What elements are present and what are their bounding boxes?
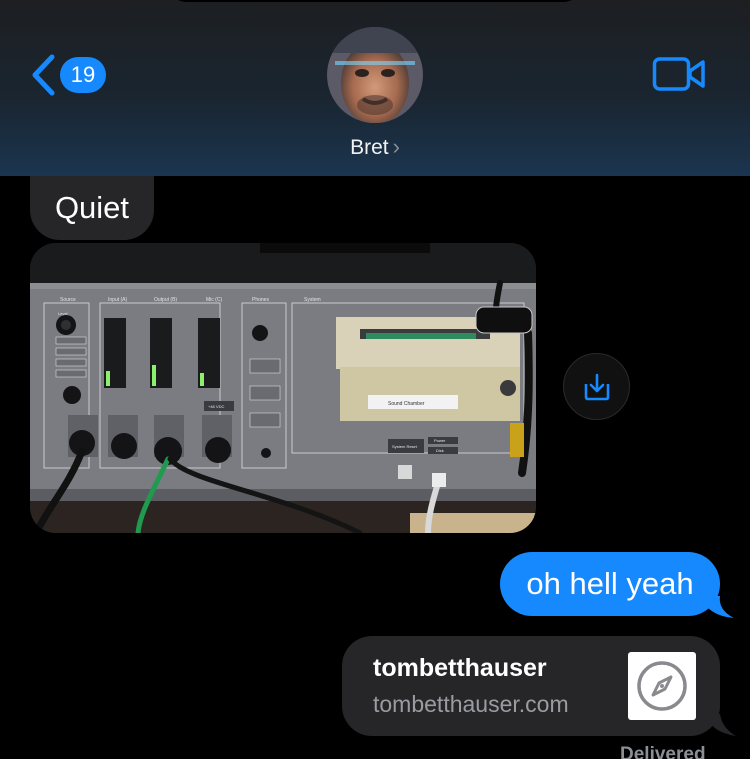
outgoing-message-bubble[interactable]: oh hell yeah bbox=[500, 552, 720, 616]
link-preview-thumbnail bbox=[628, 652, 696, 720]
sound-chamber-label: Sound Chamber bbox=[388, 401, 425, 407]
incoming-message-text: Quiet bbox=[54, 190, 130, 225]
device-notch bbox=[170, 0, 580, 2]
back-button[interactable]: 19 bbox=[30, 50, 110, 100]
chevron-right-icon: › bbox=[392, 134, 400, 159]
contact-avatar[interactable] bbox=[327, 27, 423, 123]
link-preview-title: tombetthauser bbox=[373, 654, 547, 682]
delivery-status: Delivered bbox=[620, 744, 706, 759]
unread-count-badge: 19 bbox=[60, 57, 106, 93]
input-label: Input (A) bbox=[108, 297, 128, 303]
system-reset-label: System Reset bbox=[392, 444, 418, 449]
mic-label: Mic (C) bbox=[206, 297, 222, 303]
link-preview-card[interactable]: tombetthauser tombetthauser.com bbox=[342, 636, 720, 736]
safari-compass-icon bbox=[637, 661, 687, 711]
output-label: Output (B) bbox=[154, 297, 177, 303]
phones-label: Phones bbox=[252, 297, 269, 303]
save-download-icon bbox=[584, 373, 609, 400]
link-preview-tail bbox=[706, 714, 736, 736]
chevron-left-icon bbox=[32, 54, 55, 96]
incoming-message-bubble[interactable]: Quiet bbox=[30, 176, 154, 240]
facetime-video-button[interactable] bbox=[652, 54, 706, 94]
source-label: Source bbox=[60, 297, 76, 303]
outgoing-bubble-tail bbox=[700, 596, 734, 618]
contact-name[interactable]: Bret › bbox=[0, 134, 750, 160]
save-photo-button[interactable] bbox=[563, 353, 630, 420]
link-preview-domain: tombetthauser.com bbox=[373, 691, 569, 717]
conversation-header: 19 Bret › bbox=[0, 0, 750, 176]
disk-led-label: Disk bbox=[436, 448, 444, 453]
photo-attachment[interactable]: Source Input (A) Output (B) Mic (C) Phon… bbox=[30, 243, 536, 533]
video-camera-icon bbox=[652, 57, 705, 91]
system-label: System bbox=[304, 297, 321, 303]
phantom-power-label: +48 VDC bbox=[208, 404, 224, 409]
contact-name-label: Bret bbox=[350, 136, 389, 159]
audio-analyzer-photo: Source Input (A) Output (B) Mic (C) Phon… bbox=[30, 243, 536, 533]
power-led-label: Power bbox=[434, 438, 446, 443]
outgoing-message-text: oh hell yeah bbox=[526, 566, 694, 601]
